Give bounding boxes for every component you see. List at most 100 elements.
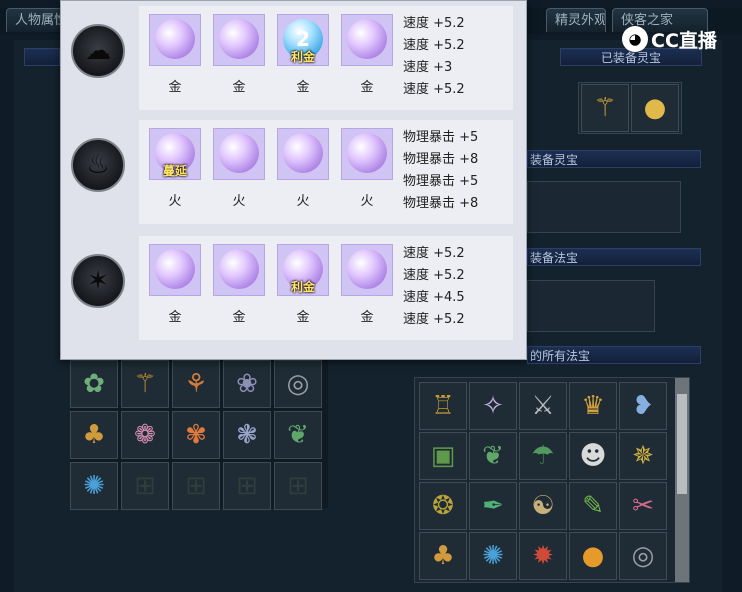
- gem-element-label: 金: [168, 80, 182, 95]
- lingbao-equip-slots[interactable]: [527, 181, 681, 233]
- gem-element-label: 火: [232, 194, 246, 209]
- cloud-element-icon: ☁: [71, 24, 125, 78]
- fire-element-icon: ♨: [71, 138, 125, 192]
- gem-orb: [283, 133, 323, 173]
- inventory-slot[interactable]: ♣: [70, 411, 118, 459]
- purple-orb-icon[interactable]: [341, 14, 393, 66]
- gem-element-label: 金: [296, 80, 310, 95]
- tab-spirit-appearance[interactable]: 精灵外观: [546, 8, 606, 32]
- cluster-icon: ❃: [236, 420, 258, 450]
- fish-element-icon: ✶: [71, 254, 125, 308]
- locked-icon: ⊞: [134, 471, 156, 501]
- gourd-icon: ♣: [82, 420, 106, 450]
- locked-icon: ⊞: [287, 471, 309, 501]
- inventory-slot[interactable]: ◎: [274, 360, 322, 408]
- jade-pendant-icon: ✿: [83, 369, 105, 399]
- crown-icon: ♛: [581, 391, 605, 421]
- lingbao-slot[interactable]: ⚚: [581, 84, 629, 132]
- inventory-slot[interactable]: ❁: [121, 411, 169, 459]
- inventory-slot[interactable]: ❀: [223, 360, 271, 408]
- fabao-grid: ♖ ✧ ⚔ ♛ ❥ ▣ ❦ ☂ ☻ ✵ ❂ ✒ ☯ ✎ ✂ ♣ ✺ ✹ ● ◎: [419, 382, 667, 580]
- inventory-slot[interactable]: ◎: [619, 532, 667, 580]
- inventory-slot[interactable]: ❦: [469, 432, 517, 480]
- purple-orb-icon[interactable]: [213, 128, 265, 180]
- inventory-slot[interactable]: ♖: [419, 382, 467, 430]
- inventory-slot[interactable]: ▣: [419, 432, 467, 480]
- inventory-slot[interactable]: ✧: [469, 382, 517, 430]
- inventory-slot[interactable]: ⊞: [121, 462, 169, 510]
- scrollbar-thumb[interactable]: [677, 394, 687, 494]
- inventory-slot[interactable]: ❦: [274, 411, 322, 459]
- inventory-slot[interactable]: ✎: [569, 482, 617, 530]
- gem-stat: 速度 +5.2: [403, 312, 465, 327]
- purple-orb-icon[interactable]: [213, 14, 265, 66]
- item-inventory: ✿ ⚚ ⚘ ❀ ◎ ♣ ❁ ✾ ❃ ❦ ✺ ⊞ ⊞ ⊞ ⊞: [70, 360, 328, 510]
- equip-lingbao-header: 装备灵宝: [527, 150, 701, 168]
- inventory-slot[interactable]: ⊞: [172, 462, 220, 510]
- gem-element-label: 金: [360, 80, 374, 95]
- inventory-slot[interactable]: ✾: [172, 411, 220, 459]
- fabao-equip-slots[interactable]: [527, 280, 655, 332]
- lingbao-slot[interactable]: ●: [631, 84, 679, 132]
- inventory-slot[interactable]: ⊞: [223, 462, 271, 510]
- fabao-inventory: ♖ ✧ ⚔ ♛ ❥ ▣ ❦ ☂ ☻ ✵ ❂ ✒ ☯ ✎ ✂ ♣ ✺ ✹ ● ◎: [414, 377, 690, 583]
- inventory-slot[interactable]: ❃: [223, 411, 271, 459]
- gem-tag: 蔓延: [162, 164, 187, 178]
- inventory-slot[interactable]: ☯: [519, 482, 567, 530]
- gem-orb: [347, 249, 387, 289]
- inventory-slot[interactable]: ⊞: [274, 462, 322, 510]
- grapes-icon: ❀: [236, 369, 258, 399]
- inventory-slot[interactable]: ♛: [569, 382, 617, 430]
- sword-icon: ⚔: [531, 391, 555, 421]
- inventory-slot[interactable]: ⚘: [172, 360, 220, 408]
- purple-orb-icon[interactable]: [277, 128, 329, 180]
- butterfly-icon: ✧: [482, 391, 504, 421]
- purple-orb-icon[interactable]: [149, 244, 201, 296]
- inventory-slot[interactable]: ❂: [419, 482, 467, 530]
- purple-orb-icon[interactable]: 利金: [277, 244, 329, 296]
- tab-character[interactable]: 人物属性: [6, 8, 66, 32]
- tripod-icon: ♖: [431, 391, 455, 421]
- gem-stat: 物理暴击 +8: [403, 196, 479, 211]
- inventory-slot[interactable]: ✿: [70, 360, 118, 408]
- gem-element-label: 金: [232, 80, 246, 95]
- purple-orb-icon[interactable]: [341, 128, 393, 180]
- inventory-slot[interactable]: ●: [569, 532, 617, 580]
- purple-orb-icon[interactable]: [213, 244, 265, 296]
- blade-icon: ✒: [482, 491, 504, 521]
- inventory-slot[interactable]: ✵: [619, 432, 667, 480]
- logo-text: CC直播: [651, 29, 717, 52]
- gem-stat: 速度 +5.2: [403, 82, 465, 97]
- inventory-slot[interactable]: ⚚: [121, 360, 169, 408]
- inventory-slot[interactable]: ☂: [519, 432, 567, 480]
- white-orb-icon[interactable]: 蔓延: [149, 128, 201, 180]
- inventory-slot[interactable]: ✹: [519, 532, 567, 580]
- inventory-slot[interactable]: ✂: [619, 482, 667, 530]
- inventory-slot[interactable]: ✺: [469, 532, 517, 580]
- inventory-slot[interactable]: ☻: [569, 432, 617, 480]
- gem-stat: 速度 +5.2: [403, 16, 465, 31]
- taiji-icon: ☯: [531, 491, 555, 521]
- gem-element-label: 金: [360, 310, 374, 325]
- inventory-slot[interactable]: ✒: [469, 482, 517, 530]
- phoenix-icon: ✵: [632, 441, 654, 471]
- staff-icon: ⚚: [593, 93, 617, 123]
- cc-logo-icon: ◕: [622, 26, 648, 52]
- blue-orb-icon[interactable]: 2 利金: [277, 14, 329, 66]
- gem-stat: 物理暴击 +8: [403, 152, 479, 167]
- inventory-slot[interactable]: ❥: [619, 382, 667, 430]
- purple-orb-icon[interactable]: [149, 14, 201, 66]
- gem-element-label: 火: [296, 194, 310, 209]
- fabao-scrollbar[interactable]: [675, 378, 689, 582]
- equipped-lingbao-slots: ⚚ ●: [578, 82, 682, 134]
- inventory-slot[interactable]: ✺: [70, 462, 118, 510]
- gem-tag: 利金: [290, 50, 315, 64]
- orb-icon: ●: [581, 541, 605, 571]
- flower-icon: ✾: [185, 420, 207, 450]
- purple-orb-icon[interactable]: [341, 244, 393, 296]
- gem-stat: 速度 +5.2: [403, 268, 465, 283]
- gem-orb: [219, 249, 259, 289]
- inventory-slot[interactable]: ⚔: [519, 382, 567, 430]
- bird-icon: ❥: [632, 391, 654, 421]
- inventory-slot[interactable]: ♣: [419, 532, 467, 580]
